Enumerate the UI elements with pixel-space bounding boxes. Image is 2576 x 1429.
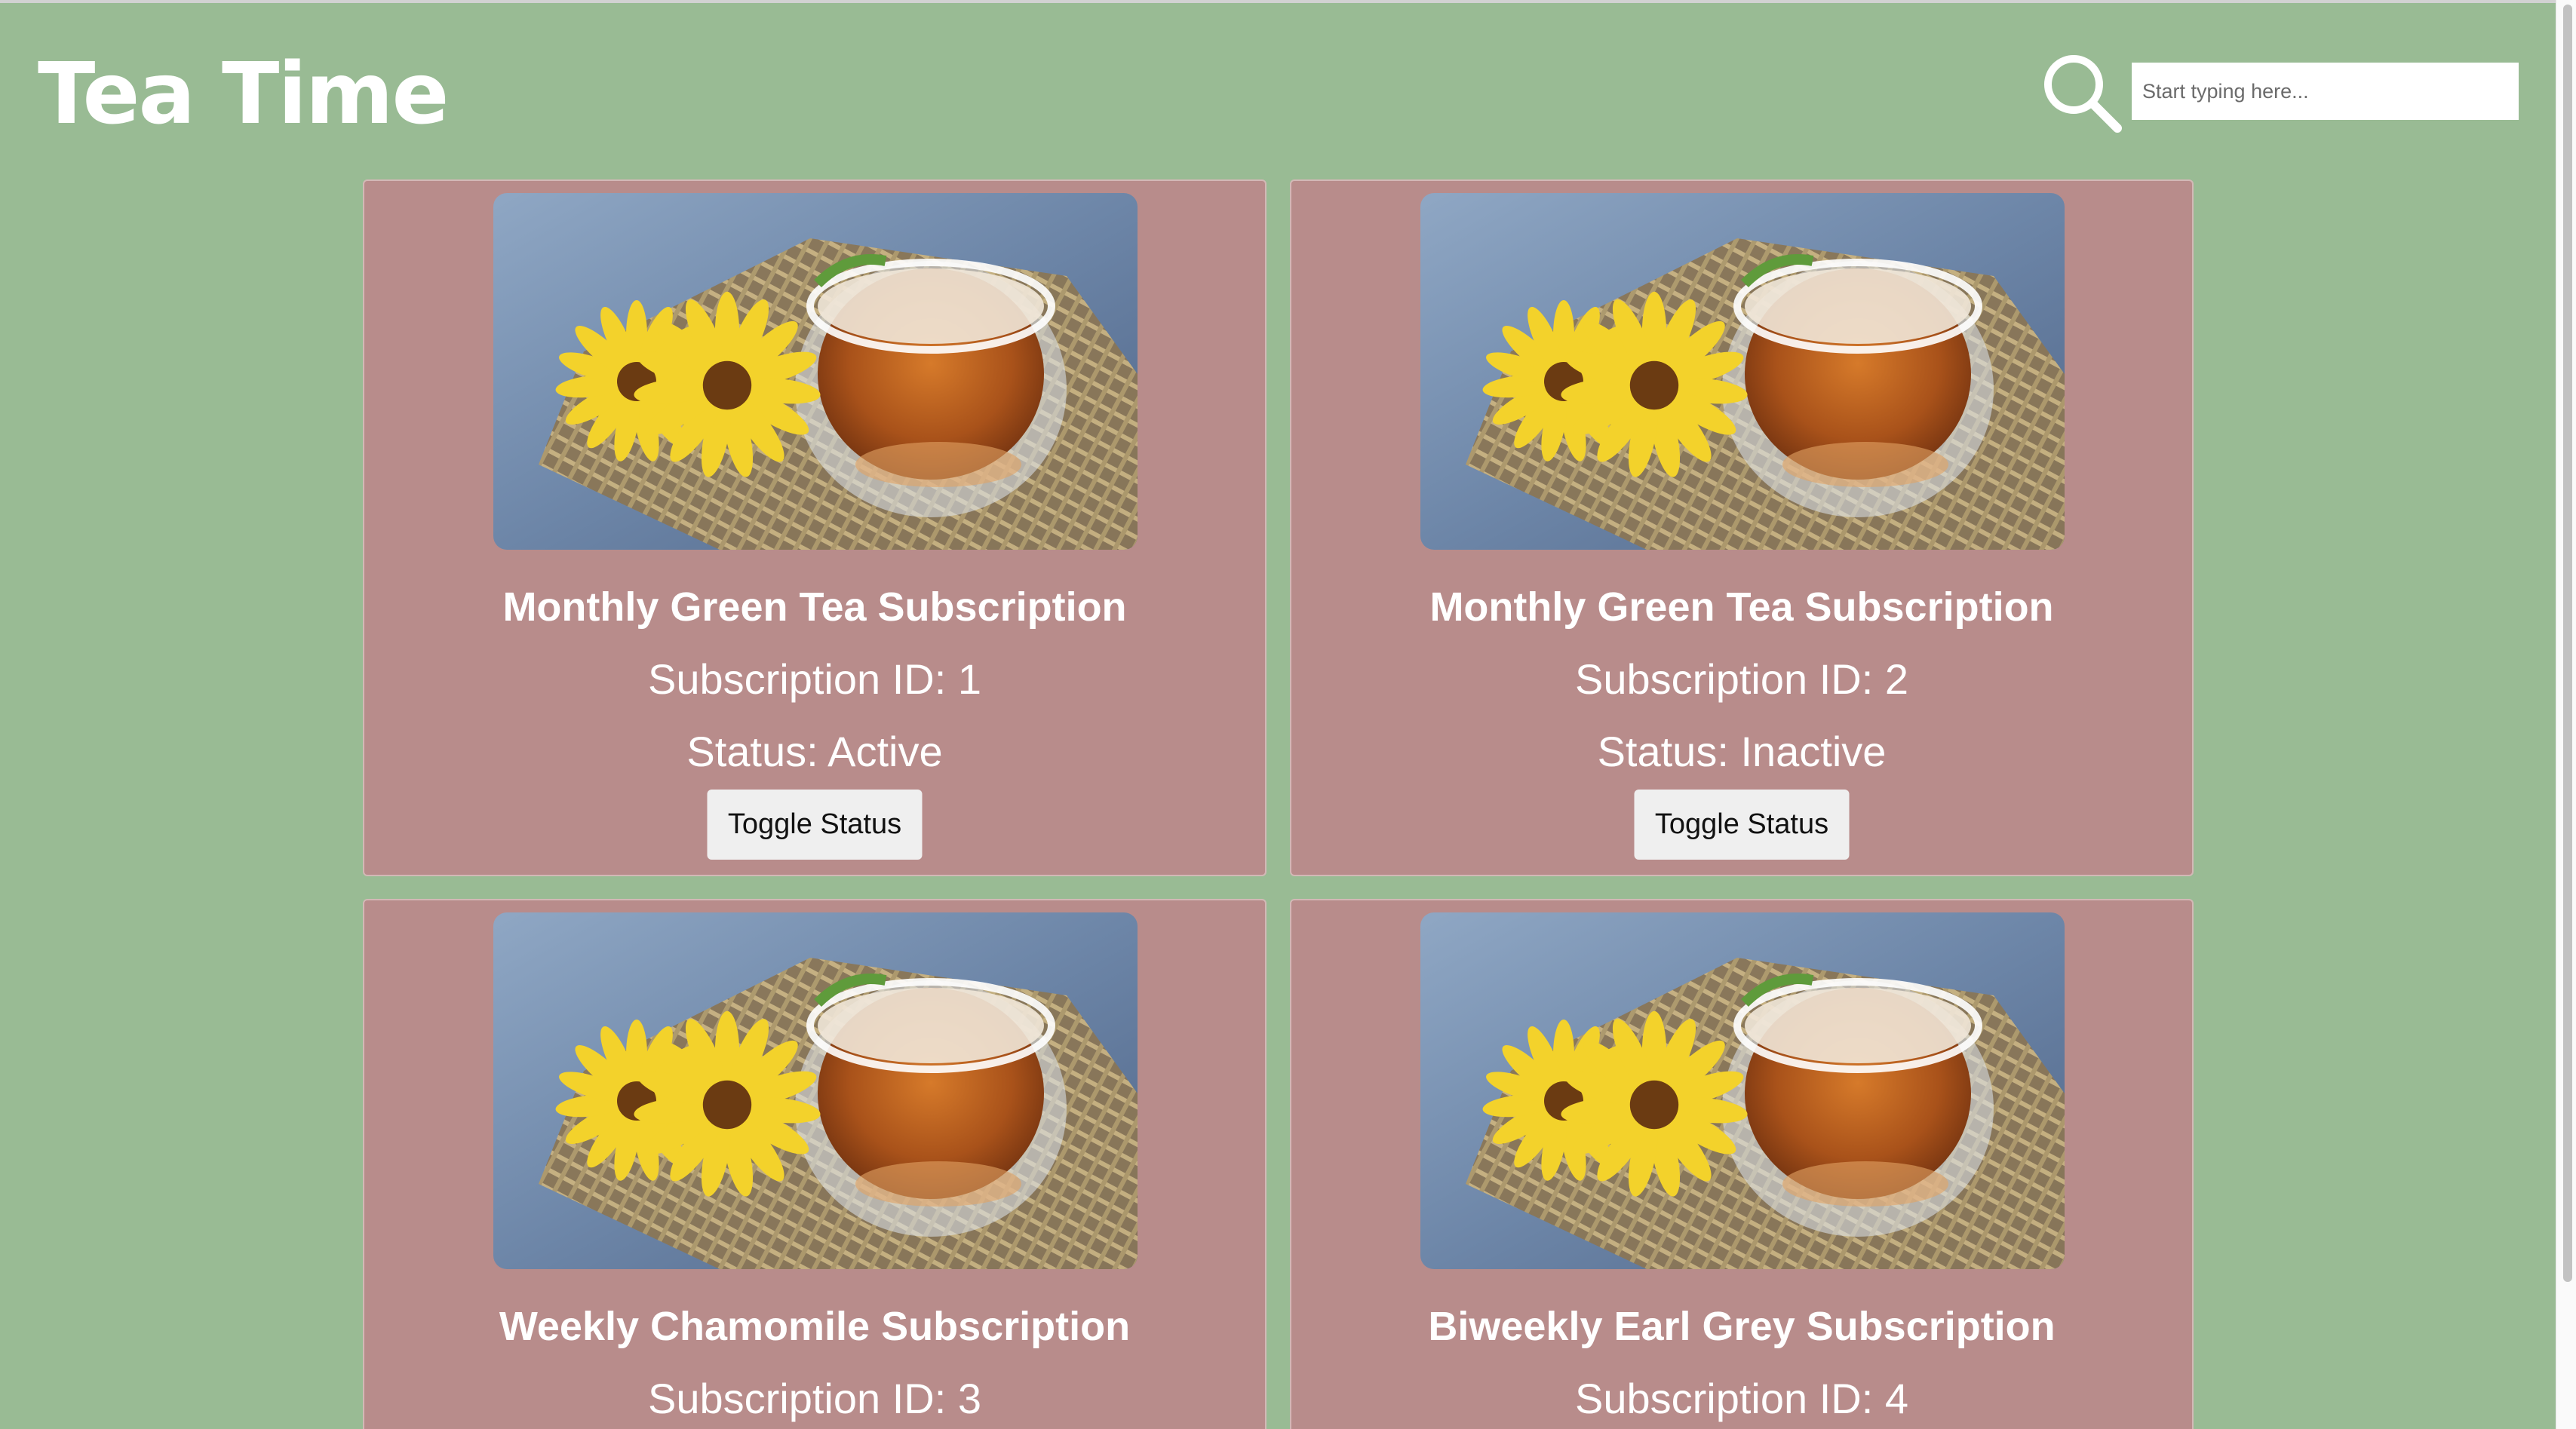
tea-image: [1420, 193, 2065, 550]
subscription-card: Biweekly Earl Grey Subscription Subscrip…: [1290, 899, 2194, 1429]
subscription-id: Subscription ID: 3: [648, 1375, 981, 1422]
subscription-status: Status: Inactive: [1597, 728, 1887, 775]
scrollbar-thumb[interactable]: [2563, 5, 2572, 1282]
subscription-card: Monthly Green Tea Subscription Subscript…: [363, 179, 1267, 876]
subscription-id: Subscription ID: 4: [1575, 1375, 1908, 1422]
subscription-id: Subscription ID: 1: [648, 655, 981, 703]
subscription-card: Weekly Chamomile Subscription Subscripti…: [363, 899, 1267, 1429]
top-border: [0, 0, 2576, 3]
subscription-title: Weekly Chamomile Subscription: [499, 1304, 1131, 1349]
toggle-status-button[interactable]: Toggle Status: [1634, 790, 1850, 860]
subscription-id: Subscription ID: 2: [1575, 655, 1908, 703]
subscription-title: Monthly Green Tea Subscription: [1429, 584, 2054, 630]
search-icon[interactable]: [2040, 51, 2123, 134]
toggle-status-button[interactable]: Toggle Status: [707, 790, 923, 860]
tea-image: [493, 193, 1138, 550]
tea-image: [493, 912, 1138, 1269]
subscription-title: Biweekly Earl Grey Subscription: [1428, 1304, 2056, 1349]
tea-image: [1420, 912, 2065, 1269]
subscription-title: Monthly Green Tea Subscription: [502, 584, 1127, 630]
app-title: Tea Time: [38, 45, 450, 143]
search-input[interactable]: [2132, 63, 2519, 120]
subscription-status: Status: Active: [686, 728, 943, 775]
subscription-card: Monthly Green Tea Subscription Subscript…: [1290, 179, 2194, 876]
